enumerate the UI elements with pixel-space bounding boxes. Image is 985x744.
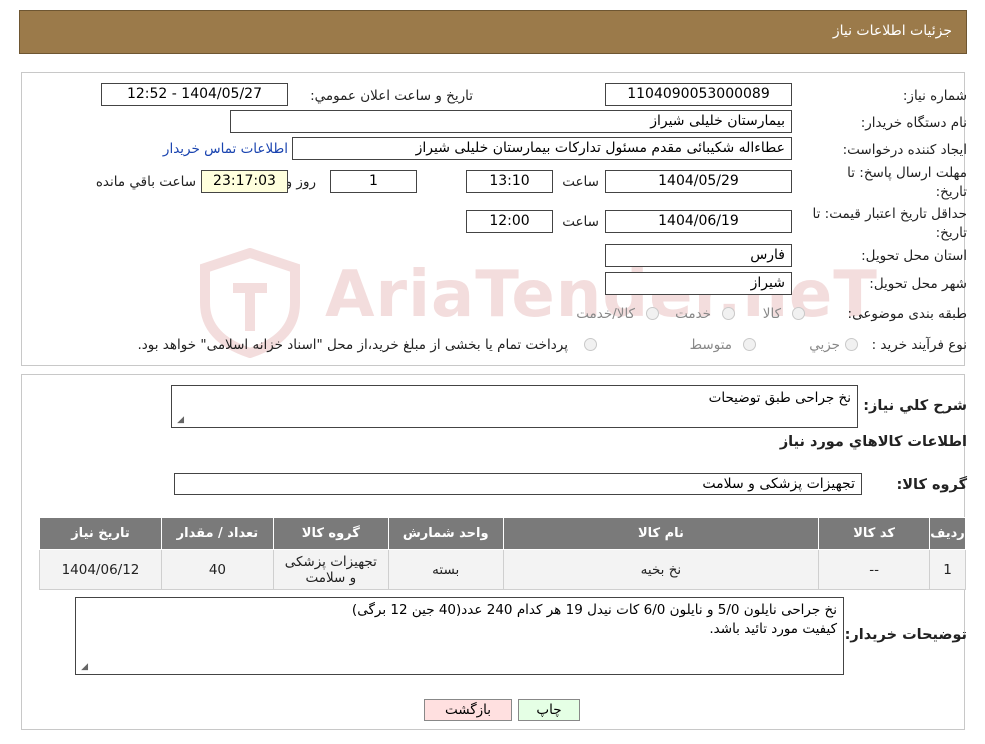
reply-time-field: 13:10 xyxy=(466,170,553,193)
col-row-header: رديف xyxy=(929,517,966,550)
category-goods-service-label: کالا/خدمت xyxy=(576,306,635,322)
days-label: روز و xyxy=(285,174,316,190)
validity-label-2: تاريخ: xyxy=(935,225,967,241)
province-label: استان محل تحويل: xyxy=(861,248,967,264)
goods-table-header: رديف كد كالا نام كالا واحد شمارش گروه كا… xyxy=(39,517,966,550)
remaining-days-field: 1 xyxy=(330,170,417,193)
summary-text: نخ جراحی طبق توضیحات xyxy=(708,390,851,406)
resize-grip-icon[interactable]: ◢ xyxy=(175,416,184,425)
remaining-label: ساعت باقي مانده xyxy=(95,174,196,190)
need-number-label: شماره نیاز: xyxy=(902,88,967,104)
buyer-org-label: نام دستگاه خريدار: xyxy=(860,115,967,131)
validity-label: حداقل تاريخ اعتبار قيمت: تا xyxy=(812,206,967,222)
treasury-payment-checkbox[interactable] xyxy=(584,338,597,351)
col-name-header: نام كالا xyxy=(502,517,820,550)
process-medium-label: متوسط xyxy=(689,337,732,353)
city-label: شهر محل تحويل: xyxy=(869,276,967,292)
cell-unit: بسته xyxy=(387,549,504,590)
category-service-radio[interactable] xyxy=(722,307,735,320)
cell-qty: 40 xyxy=(160,549,274,590)
buyer-notes-label: توضيحات خريدار: xyxy=(844,627,967,643)
buyer-notes-line-2: کیفیت مورد تائید باشد. xyxy=(709,621,837,637)
buyer-contact-link[interactable]: اطلاعات تماس خريدار xyxy=(163,141,288,157)
print-button[interactable]: چاپ xyxy=(518,699,580,721)
category-goods-radio[interactable] xyxy=(792,307,805,320)
process-type-label: نوع فرآيند خريد : xyxy=(871,337,967,353)
summary-textarea[interactable]: نخ جراحی طبق توضیحات ◢ xyxy=(171,385,858,428)
announce-date-label: تاریخ و ساعت اعلان عمومي: xyxy=(310,88,473,104)
validity-time-label: ساعت xyxy=(562,214,599,230)
page-title: جزئیات اطلاعات نیاز xyxy=(832,23,952,39)
goods-table: رديف كد كالا نام كالا واحد شمارش گروه كا… xyxy=(39,517,966,590)
col-qty-header: تعداد / مقدار xyxy=(160,517,274,550)
buyer-notes-line-1: نخ جراحی نایلون 5/0 و نایلون 6/0 کات نید… xyxy=(351,602,837,618)
reply-date-field: 1404/05/29 xyxy=(605,170,792,193)
category-goods-label: کالا xyxy=(762,306,781,322)
cell-row: 1 xyxy=(929,549,966,590)
cell-date: 1404/06/12 xyxy=(39,549,162,590)
col-code-header: كد كالا xyxy=(818,517,931,550)
col-date-header: تاريخ نياز xyxy=(39,517,162,550)
creator-label: ايجاد كننده درخواست: xyxy=(842,142,967,158)
col-unit-header: واحد شمارش xyxy=(387,517,504,550)
table-row: 1 -- نخ بخیه بسته تجهیزات پزشکی و سلامت … xyxy=(39,549,966,590)
cell-code: -- xyxy=(818,549,931,590)
resize-grip-icon[interactable]: ◢ xyxy=(79,663,88,672)
summary-label: شرح كلي نياز: xyxy=(863,398,967,414)
cell-name: نخ بخیه xyxy=(502,549,820,590)
creator-field: عطاءاله شکیبائی مقدم مسئول تدارکات بیمار… xyxy=(292,137,792,160)
reply-time-label: ساعت xyxy=(562,174,599,190)
remaining-time-field: 23:17:03 xyxy=(201,170,288,193)
city-field: شیراز xyxy=(605,272,792,295)
category-service-label: خدمت xyxy=(675,306,711,322)
validity-date-field: 1404/06/19 xyxy=(605,210,792,233)
header-bar: جزئیات اطلاعات نیاز xyxy=(19,10,967,54)
buyer-notes-textarea[interactable]: نخ جراحی نایلون 5/0 و نایلون 6/0 کات نید… xyxy=(75,597,844,675)
category-label: طبقه بندی موضوعی: xyxy=(847,306,967,322)
col-group-header: گروه كالا xyxy=(272,517,389,550)
validity-time-field: 12:00 xyxy=(466,210,553,233)
reply-deadline-label: مهلت ارسال پاسخ: تا xyxy=(847,165,967,181)
announce-date-field: 1404/05/27 - 12:52 xyxy=(101,83,288,106)
goods-info-title: اطلاعات كالاهاي مورد نياز xyxy=(779,434,967,450)
buyer-org-field: بیمارستان خلیلی شیراز xyxy=(230,110,792,133)
province-field: فارس xyxy=(605,244,792,267)
cell-group: تجهیزات پزشکی و سلامت xyxy=(272,549,389,590)
process-medium-radio[interactable] xyxy=(743,338,756,351)
process-minor-label: جزيي xyxy=(809,337,840,353)
process-minor-radio[interactable] xyxy=(845,338,858,351)
reply-deadline-label-2: تاريخ: xyxy=(935,184,967,200)
goods-group-label: گروه كالا: xyxy=(896,477,967,493)
back-button[interactable]: بازگشت xyxy=(424,699,512,721)
category-goods-service-radio[interactable] xyxy=(646,307,659,320)
need-number-field: 1104090053000089 xyxy=(605,83,792,106)
treasury-payment-note: پرداخت تمام يا بخشی از مبلغ خريد،از محل … xyxy=(137,337,568,353)
goods-group-field: تجهیزات پزشکی و سلامت xyxy=(174,473,862,495)
